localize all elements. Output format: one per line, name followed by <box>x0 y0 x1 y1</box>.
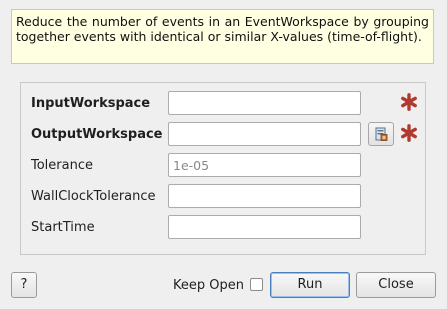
tolerance-field[interactable] <box>168 153 361 177</box>
property-label: WallClockTolerance <box>31 189 156 204</box>
property-row-inputworkspace: InputWorkspace <box>21 91 425 115</box>
workspace-browse-icon <box>375 127 388 141</box>
required-asterisk-icon <box>401 124 417 142</box>
property-row-outputworkspace: OutputWorkspace <box>21 122 425 146</box>
wall-clock-tolerance-field[interactable] <box>168 184 361 208</box>
property-label: OutputWorkspace <box>31 127 163 142</box>
property-label: Tolerance <box>31 158 93 173</box>
properties-panel: InputWorkspace OutputWorkspace Tolerance… <box>20 82 426 255</box>
property-label: InputWorkspace <box>31 96 151 111</box>
start-time-field[interactable] <box>168 215 361 239</box>
keep-open-label: Keep Open <box>173 278 244 293</box>
workspace-browse-button[interactable] <box>368 122 394 146</box>
help-button[interactable]: ? <box>11 272 37 298</box>
input-workspace-field[interactable] <box>168 91 361 115</box>
output-workspace-field[interactable] <box>168 122 361 146</box>
algorithm-description: Reduce the number of events in an EventW… <box>11 9 434 64</box>
property-row-starttime: StartTime <box>21 215 425 239</box>
close-button[interactable]: Close <box>356 272 436 298</box>
keep-open-checkbox[interactable] <box>250 278 263 291</box>
property-row-tolerance: Tolerance <box>21 153 425 177</box>
property-row-wallclocktolerance: WallClockTolerance <box>21 184 425 208</box>
property-label: StartTime <box>31 220 95 235</box>
run-button[interactable]: Run <box>270 272 350 298</box>
required-asterisk-icon <box>401 93 417 111</box>
